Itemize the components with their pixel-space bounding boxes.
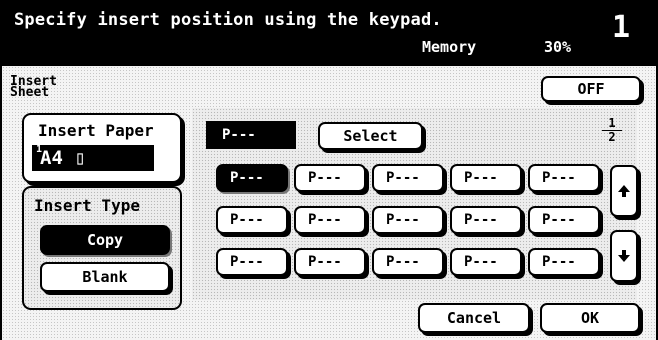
position-key[interactable]: P--- (528, 248, 600, 276)
position-key[interactable]: P--- (216, 248, 288, 276)
position-key[interactable]: P--- (450, 164, 522, 192)
up-arrow-icon (618, 185, 630, 197)
insert-paper-button[interactable]: Insert Paper A4 ▯ 1 (22, 113, 182, 183)
down-arrow-icon (618, 250, 630, 262)
cancel-button[interactable]: Cancel (418, 303, 530, 333)
memory-label: Memory (422, 38, 477, 56)
position-key[interactable]: P--- (450, 248, 522, 276)
blank-button[interactable]: Blank (40, 262, 170, 292)
position-key[interactable]: P--- (372, 206, 444, 234)
copy-button[interactable]: Copy (40, 225, 170, 255)
page-indicator: 1 2 (600, 116, 624, 144)
scroll-up-button[interactable] (610, 165, 638, 217)
position-key[interactable]: P--- (294, 206, 366, 234)
insert-type-label: Insert Type (34, 196, 140, 215)
position-key[interactable]: P--- (216, 164, 288, 192)
position-key[interactable]: P--- (450, 206, 522, 234)
select-button[interactable]: Select (318, 122, 423, 150)
instruction-message: Specify insert position using the keypad… (14, 10, 442, 30)
memory-value: 30% (544, 38, 572, 56)
off-button[interactable]: OFF (541, 76, 641, 102)
insert-paper-label: Insert Paper (38, 121, 154, 140)
tray-number: 1 (36, 144, 43, 155)
copy-count: 1 (612, 10, 631, 45)
scroll-down-button[interactable] (610, 230, 638, 282)
insert-paper-value: A4 ▯ (32, 145, 154, 171)
header-bar: Specify insert position using the keypad… (0, 0, 658, 66)
position-key[interactable]: P--- (294, 164, 366, 192)
position-key[interactable]: P--- (528, 164, 600, 192)
position-key[interactable]: P--- (372, 164, 444, 192)
position-key[interactable]: P--- (216, 206, 288, 234)
current-position-display: P--- (206, 121, 296, 149)
position-key[interactable]: P--- (372, 248, 444, 276)
page-current: 1 (608, 116, 616, 130)
page-total: 2 (608, 130, 616, 144)
page-title: Insert Sheet (10, 74, 57, 100)
position-key[interactable]: P--- (294, 248, 366, 276)
ok-button[interactable]: OK (540, 303, 640, 333)
position-key[interactable]: P--- (528, 206, 600, 234)
